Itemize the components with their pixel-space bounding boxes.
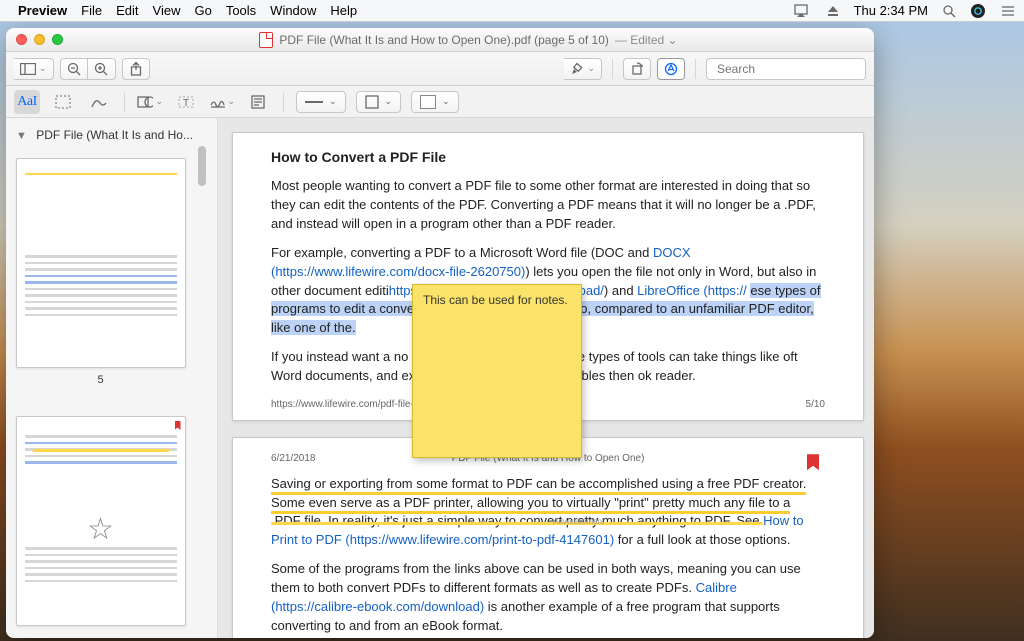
menu-tools[interactable]: Tools	[226, 3, 256, 18]
note-tool[interactable]	[245, 90, 271, 114]
sidebar-scrollbar[interactable]	[195, 146, 209, 638]
footer-page-num: 5/10	[806, 398, 825, 413]
macos-menubar: Preview File Edit View Go Tools Window H…	[0, 0, 1024, 22]
zoom-in-button[interactable]	[88, 58, 116, 80]
advertisement-label: Advertisement	[553, 516, 604, 528]
zoom-segment	[60, 58, 116, 80]
highlight-segment: ⌄	[564, 58, 602, 80]
airplay-icon[interactable]	[794, 4, 812, 18]
thumbnails-sidebar: ▼ PDF File (What It Is and Ho... 5	[6, 118, 218, 638]
sign-tool[interactable]: ⌄	[209, 90, 235, 114]
zoom-button[interactable]	[52, 34, 63, 45]
page5-heading: How to Convert a PDF File	[271, 147, 825, 167]
preview-window: PDF File (What It Is and How to Open One…	[6, 28, 874, 638]
search-input[interactable]	[717, 62, 872, 76]
spotlight-icon[interactable]	[942, 4, 956, 18]
sticky-note[interactable]: This can be used for notes.	[412, 284, 582, 458]
window-title: PDF File (What It Is and How to Open One…	[73, 32, 864, 48]
pdf-page-6: 6/21/2018 PDF File (What It Is and How t…	[232, 437, 864, 638]
shapes-tool[interactable]: ⌄	[137, 90, 163, 114]
thumbnail-list[interactable]: 5 ☆	[14, 146, 187, 638]
minimize-button[interactable]	[34, 34, 45, 45]
bookmark-icon[interactable]	[807, 454, 819, 470]
rectangular-selection-tool[interactable]	[50, 90, 76, 114]
thumbnail-number: 5	[14, 374, 187, 386]
pdf-file-icon	[259, 32, 273, 48]
sticky-note-text: This can be used for notes.	[423, 293, 568, 307]
view-mode-segment: ⌄	[14, 58, 54, 80]
window-titlebar[interactable]: PDF File (What It Is and How to Open One…	[6, 28, 874, 52]
highlight-button[interactable]: ⌄	[564, 58, 602, 80]
disclosure-triangle-icon[interactable]: ▼	[16, 130, 27, 142]
main-toolbar: ⌄ ⌄	[6, 52, 874, 86]
notification-center-icon[interactable]	[1000, 4, 1016, 18]
sidebar-view-button[interactable]: ⌄	[14, 58, 54, 80]
instant-alpha-tool[interactable]	[86, 90, 112, 114]
menubar-clock[interactable]: Thu 2:34 PM	[854, 3, 928, 18]
siri-icon[interactable]	[970, 3, 986, 19]
edited-indicator[interactable]: — Edited ⌄	[615, 33, 678, 47]
menu-file[interactable]: File	[81, 3, 102, 18]
markup-separator	[124, 92, 125, 112]
eject-icon[interactable]	[826, 4, 840, 18]
page-thumbnail-5[interactable]	[16, 158, 186, 368]
page-thumbnail-6[interactable]: ☆	[16, 416, 186, 626]
close-button[interactable]	[16, 34, 27, 45]
text-tool[interactable]: T	[173, 90, 199, 114]
markup-separator	[283, 92, 284, 112]
border-color-picker[interactable]: ⌄	[356, 91, 402, 113]
title-text: PDF File (What It Is and How to Open One…	[279, 33, 608, 47]
menu-window[interactable]: Window	[270, 3, 316, 18]
page5-p1: Most people wanting to convert a PDF fil…	[271, 177, 825, 234]
page6-p2: Some of the programs from the links abov…	[271, 560, 825, 635]
star-annotation-icon: ☆	[87, 512, 114, 547]
menu-view[interactable]: View	[153, 3, 181, 18]
sidebar-file-header[interactable]: ▼ PDF File (What It Is and Ho...	[14, 124, 209, 146]
toolbar-separator	[612, 59, 613, 79]
window-traffic-lights	[16, 34, 63, 45]
app-name[interactable]: Preview	[18, 3, 67, 18]
markup-toolbar: AaI ⌄ T ⌄ ⌄ ⌄ ⌄	[6, 86, 874, 118]
rotate-button[interactable]	[623, 58, 651, 80]
share-button[interactable]	[122, 58, 150, 80]
zoom-out-button[interactable]	[60, 58, 88, 80]
line-weight-picker[interactable]: ⌄	[296, 91, 346, 113]
sidebar-file-title: PDF File (What It Is and Ho...	[36, 128, 193, 142]
markup-button[interactable]	[657, 58, 685, 80]
page6-p1: Saving or exporting from some format to …	[271, 475, 825, 550]
text-selection-tool[interactable]: AaI	[14, 90, 40, 114]
fill-color-picker[interactable]: ⌄	[411, 91, 459, 113]
menu-go[interactable]: Go	[194, 3, 211, 18]
svg-text:T: T	[183, 98, 189, 109]
search-field[interactable]	[706, 58, 866, 80]
highlighted-text: Saving or exporting from some format to …	[271, 476, 806, 514]
scrollbar-thumb[interactable]	[198, 146, 206, 186]
page6-date: 6/21/2018	[271, 452, 316, 467]
menu-help[interactable]: Help	[330, 3, 357, 18]
libreoffice-link[interactable]: LibreOffice (https://	[637, 283, 747, 298]
menu-edit[interactable]: Edit	[116, 3, 138, 18]
toolbar-separator	[695, 59, 696, 79]
